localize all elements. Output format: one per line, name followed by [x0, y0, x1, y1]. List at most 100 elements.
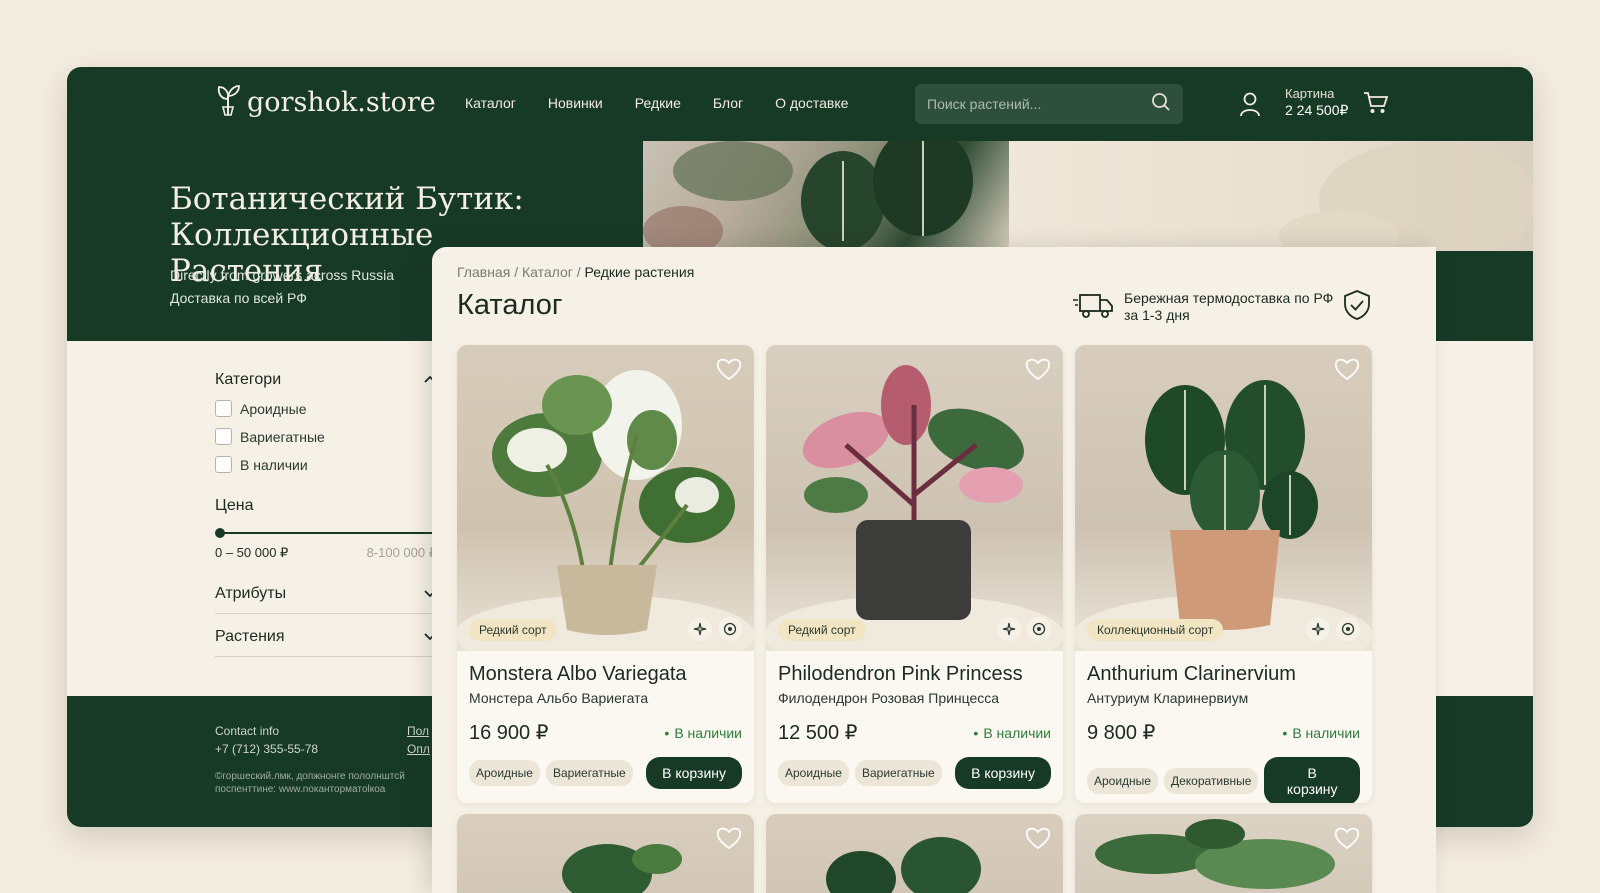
footer-link-2[interactable]: Опл	[407, 740, 430, 758]
cart-icon[interactable]	[1363, 91, 1389, 120]
footer-link-1[interactable]: Пол	[407, 722, 430, 740]
plants-filter-header[interactable]: Растения	[215, 614, 437, 657]
cart-amount: 2 24 500₽	[1285, 102, 1349, 118]
hero-plant-image	[643, 141, 1009, 251]
breadcrumb: Главная / Каталог / Редкие растения	[457, 264, 694, 280]
product-card[interactable]: Коллекционный сорт Anthurium Clarinerviu…	[1075, 345, 1372, 803]
logo-text: gorshok.store	[247, 87, 436, 118]
top-navbar: gorshok.store Каталог Новинки Редкие Бло…	[67, 67, 1533, 141]
add-to-cart-button[interactable]: В корзину	[646, 757, 742, 789]
product-image[interactable]	[766, 814, 1063, 893]
favorite-heart-icon[interactable]	[716, 357, 742, 386]
care-icon	[1027, 617, 1051, 641]
legal-line2[interactable]: поспенттине: www.nоканторматolкоa	[215, 783, 415, 796]
logo[interactable]: gorshok.store	[215, 83, 436, 122]
legal-line1: ©горшеский.лмк, допжнонге пололнштсй	[215, 771, 405, 782]
delivery-line1: Бережная термодоставка по РФ	[1124, 290, 1334, 306]
footer-contact: Contact info +7 (712) 355-55-78	[215, 722, 318, 758]
product-image[interactable]: Редкий сорт	[766, 345, 1063, 651]
rarity-badge: Редкий сорт	[469, 619, 557, 641]
price-range-max: 8-100 000 ₽	[366, 545, 437, 560]
contact-label: Contact info	[215, 724, 280, 738]
product-name[interactable]: Philodendron Pink Princess	[778, 663, 1051, 686]
product-price: 12 500 ₽	[778, 722, 858, 744]
nav-item-new[interactable]: Новинки	[548, 95, 603, 111]
nav-item-delivery[interactable]: О доставке	[775, 95, 848, 111]
hero-subtitle-line1: Directly from growers across Russia	[170, 267, 395, 283]
price-slider-min-handle[interactable]	[215, 528, 225, 538]
checkbox-box[interactable]	[215, 456, 232, 473]
price-slider[interactable]	[215, 527, 442, 539]
product-image[interactable]: Редкий сорт	[457, 345, 754, 651]
footer-legal: ©горшеский.лмк, допжнонге пололнштсй пос…	[215, 770, 415, 796]
product-price: 9 800 ₽	[1087, 722, 1156, 744]
categories-title: Категори	[215, 371, 282, 388]
attributes-filter-header[interactable]: Атрибуты	[215, 571, 437, 614]
search-box	[915, 84, 1183, 124]
product-card[interactable]	[766, 814, 1063, 893]
contact-phone[interactable]: +7 (712) 355-55-78	[215, 740, 318, 758]
product-local-name: Филодендрон Розовая Принцесса	[778, 690, 1000, 706]
product-card[interactable]	[1075, 814, 1372, 893]
care-icon	[1336, 617, 1360, 641]
stock-status: В наличии	[973, 725, 1051, 741]
breadcrumb-separator: /	[576, 264, 585, 280]
plants-title: Растения	[215, 628, 285, 645]
hero-subtitle: Directly from growers across Russia Дост…	[170, 264, 394, 310]
price-filter-header: Цена	[215, 497, 437, 515]
product-name[interactable]: Anthurium Clarinervium	[1087, 663, 1360, 686]
cart-label: Картина	[1285, 86, 1335, 101]
filters-sidebar: Категори Ароидные Вариегатные В наличии …	[67, 341, 442, 696]
rarity-badge: Коллекционный сорт	[1087, 619, 1224, 641]
price-slider-track	[219, 532, 437, 534]
product-name[interactable]: Monstera Albo Variegata	[469, 663, 742, 686]
add-to-cart-button[interactable]: В корзину	[955, 757, 1051, 789]
product-image[interactable]	[457, 814, 754, 893]
user-icon[interactable]	[1239, 91, 1261, 122]
attributes-title: Атрибуты	[215, 585, 287, 602]
search-input[interactable]	[927, 96, 1137, 112]
checkbox-box[interactable]	[215, 428, 232, 445]
favorite-heart-icon[interactable]	[1025, 357, 1051, 386]
hero-subtitle-line2: Доставка по всей РФ	[170, 290, 307, 306]
product-tag[interactable]: Ароидные	[778, 760, 849, 786]
product-tag[interactable]: Декоративные	[1163, 768, 1259, 794]
product-tag[interactable]: Вариегатные	[545, 760, 633, 786]
filter-label: Ароидные	[240, 400, 307, 417]
product-card[interactable]: Редкий сорт Philodendron Pink Princess Ф…	[766, 345, 1063, 803]
product-image[interactable]: Коллекционный сорт	[1075, 345, 1372, 651]
categories-filter-header[interactable]: Категори	[215, 371, 437, 389]
filter-aroid-checkbox[interactable]: Ароидные	[215, 400, 437, 417]
sparkle-icon	[688, 617, 712, 641]
favorite-heart-icon[interactable]	[1025, 826, 1051, 855]
nav-item-catalog[interactable]: Каталог	[465, 95, 516, 111]
filter-variegated-checkbox[interactable]: Вариегатные	[215, 428, 437, 445]
product-card[interactable]: Редкий сорт Monstera Albo Variegata Монс…	[457, 345, 754, 803]
nav-item-blog[interactable]: Блог	[713, 95, 743, 111]
product-card[interactable]	[457, 814, 754, 893]
product-tag[interactable]: Ароидные	[469, 760, 540, 786]
stock-status: В наличии	[1282, 725, 1360, 741]
main-nav: Каталог Новинки Редкие Блог О доставке	[465, 95, 848, 111]
product-image[interactable]	[1075, 814, 1372, 893]
nav-item-rare[interactable]: Редкие	[635, 95, 681, 111]
search-icon[interactable]	[1151, 92, 1171, 117]
product-tag[interactable]: Вариегатные	[854, 760, 942, 786]
sparkle-icon	[1306, 617, 1330, 641]
delivery-note: Бережная термодоставка по РФ за 1-3 дня	[1072, 289, 1371, 325]
favorite-heart-icon[interactable]	[1334, 357, 1360, 386]
breadcrumb-home[interactable]: Главная	[457, 264, 510, 280]
add-to-cart-button[interactable]: В корзину	[1264, 757, 1360, 803]
stock-status: В наличии	[664, 725, 742, 741]
sprout-icon	[215, 83, 241, 122]
cart-summary[interactable]: Картина 2 24 500₽	[1285, 85, 1348, 119]
footer-links: Пол Опл	[407, 722, 430, 758]
catalog-panel: Главная / Каталог / Редкие растения Ката…	[432, 247, 1436, 893]
product-tag[interactable]: Ароидные	[1087, 768, 1158, 794]
favorite-heart-icon[interactable]	[1334, 826, 1360, 855]
filter-in-stock-checkbox[interactable]: В наличии	[215, 456, 437, 473]
favorite-heart-icon[interactable]	[716, 826, 742, 855]
product-local-name: Антуриум Кларинервиум	[1087, 690, 1249, 706]
breadcrumb-catalog[interactable]: Каталог	[522, 264, 573, 280]
checkbox-box[interactable]	[215, 400, 232, 417]
